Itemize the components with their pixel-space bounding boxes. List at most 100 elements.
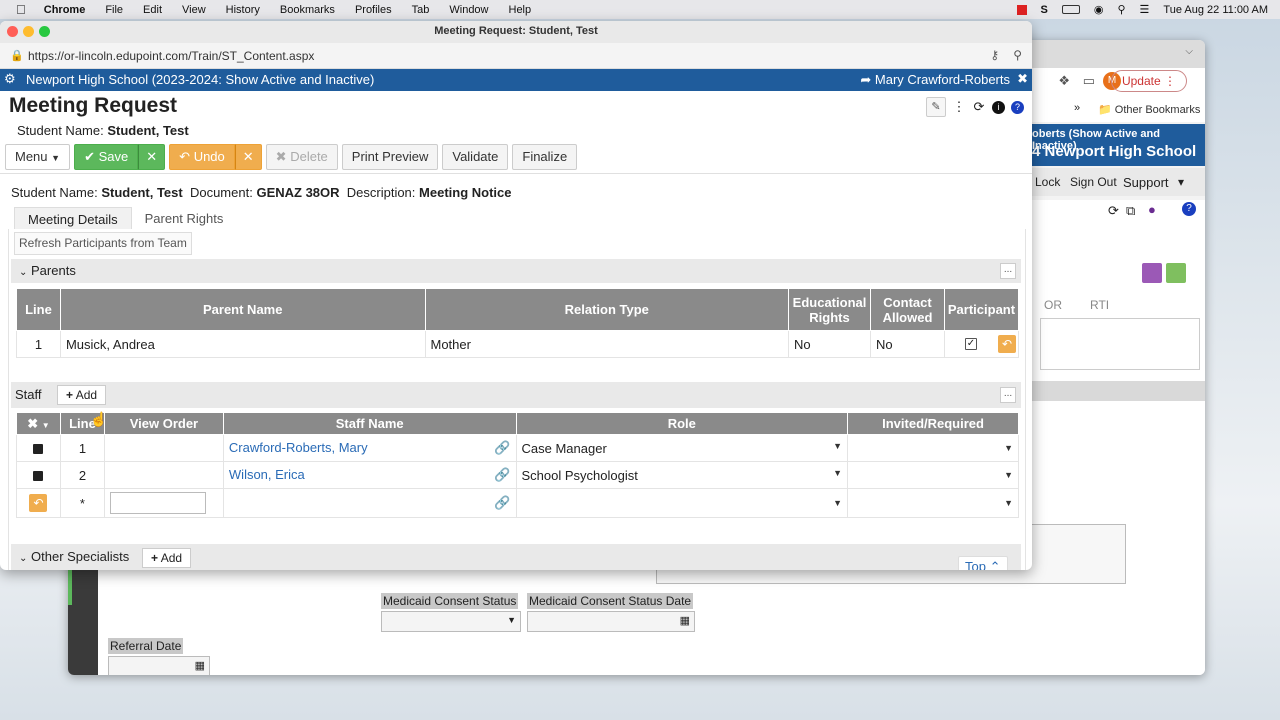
tab-meeting-details[interactable]: Meeting Details (14, 207, 132, 229)
menu-app-name[interactable]: Chrome (44, 4, 86, 16)
finalize-button[interactable]: Finalize (512, 144, 578, 170)
cell-role[interactable]: Case Manager ▼ (515, 434, 849, 462)
cell-role[interactable]: ▼ (515, 488, 849, 518)
menu-profiles[interactable]: Profiles (355, 4, 392, 16)
cell-invited-required[interactable]: ▼ (847, 461, 1019, 489)
bg-extensions-icon[interactable]: ❖ (1058, 73, 1070, 89)
lock-icon[interactable]: 🔒 (10, 49, 24, 62)
caret-down-icon[interactable]: ▼ (1004, 470, 1013, 480)
tab-parent-rights[interactable]: Parent Rights (132, 207, 237, 229)
print-preview-button[interactable]: Print Preview (341, 144, 439, 170)
bg-other-bookmarks[interactable]: 📁 Other Bookmarks (1098, 103, 1200, 116)
url-text[interactable]: https://or-lincoln.edupoint.com/Train/ST… (28, 49, 314, 63)
close-icon[interactable]: ✖ (1017, 71, 1028, 87)
gear-icon[interactable]: ⚙ (4, 71, 16, 87)
col-parent-name[interactable]: Parent Name (59, 288, 426, 331)
save-button[interactable]: ✔ Save (74, 144, 139, 170)
col-participant[interactable]: Participant (943, 288, 1020, 331)
bg-update-button[interactable]: Update ⋮ (1110, 70, 1187, 92)
school-name[interactable]: Newport High School (2023-2024: Show Act… (26, 72, 374, 87)
staff-more-button[interactable]: ... (1000, 387, 1016, 403)
menu-help[interactable]: Help (509, 4, 532, 16)
bg-chevron-down-icon[interactable]: ⌵ (1185, 46, 1193, 57)
other-specialists-section-header[interactable]: ⌄ Other Specialists + Add (11, 544, 1021, 570)
menu-window[interactable]: Window (449, 4, 488, 16)
key-icon[interactable]: ⚷ (990, 48, 999, 62)
zoom-icon[interactable]: ⚲ (1013, 48, 1022, 62)
bg-tab-or[interactable]: OR (1044, 298, 1062, 312)
close-window-button[interactable] (7, 26, 18, 37)
validate-button[interactable]: Validate (442, 144, 509, 170)
bg-walker-icon[interactable] (1166, 263, 1186, 283)
apple-icon[interactable]:  (16, 2, 26, 17)
undo-close-button[interactable]: ✕ (234, 144, 262, 170)
col-select-all[interactable]: ✖ ▼ (16, 412, 61, 435)
edit-pencil-icon[interactable]: ✎ (926, 97, 946, 117)
bg-family-icon[interactable] (1142, 263, 1162, 283)
participant-checkbox[interactable]: ✓ (964, 338, 977, 350)
bg-sign-out-link[interactable]: Sign Out (1070, 175, 1117, 189)
cell-view-order[interactable] (103, 434, 224, 462)
save-close-button[interactable]: ✕ (138, 144, 166, 170)
menu-bookmarks[interactable]: Bookmarks (280, 4, 335, 16)
new-row[interactable]: ↶ * 🔗 ▼ ▼ (16, 488, 1019, 518)
bg-referral-date-field[interactable]: ▦ (108, 656, 210, 675)
delete-button[interactable]: ✖ Delete (265, 144, 338, 170)
other-specialists-add-button[interactable]: + Add (142, 548, 192, 568)
bg-tab-rti[interactable]: RTI (1090, 298, 1109, 312)
bg-external-icon[interactable]: ⧉ (1126, 203, 1135, 219)
undo-button[interactable]: ↶ Undo (169, 144, 235, 170)
caret-down-icon[interactable]: ▼ (833, 441, 842, 451)
undo-row-icon[interactable]: ↶ (998, 335, 1016, 353)
bg-support-link[interactable]: Support (1123, 175, 1169, 190)
table-row[interactable]: 1 Musick, Andrea Mother No No ✓ ↶ (16, 330, 1020, 358)
s-app-icon[interactable]: S (1041, 4, 1048, 16)
meeting-request-window[interactable]: Meeting Request: Student, Test 🔒 https:/… (0, 21, 1032, 570)
minimize-window-button[interactable] (23, 26, 34, 37)
table-row[interactable]: 2 Wilson, Erica 🔗 School Psychologist ▼ ▼ (16, 461, 1019, 489)
info-icon[interactable]: i (992, 100, 1005, 114)
menu-view[interactable]: View (182, 4, 206, 16)
link-icon[interactable]: 🔗 (494, 467, 510, 483)
caret-down-icon[interactable]: ▼ (833, 498, 842, 508)
calendar-icon[interactable]: ▦ (195, 659, 205, 672)
bg-medicaid-status-select[interactable]: ▼ (381, 611, 521, 632)
view-order-input[interactable] (109, 492, 206, 514)
col-line[interactable]: Line (16, 288, 61, 331)
caret-down-icon[interactable]: ▼ (1004, 443, 1013, 453)
user-name[interactable]: ➦ Mary Crawford-Roberts (860, 72, 1010, 88)
record-icon[interactable] (1016, 4, 1027, 15)
refresh-icon[interactable]: ⟳ (972, 99, 986, 115)
link-icon[interactable]: 🔗 (494, 440, 510, 456)
col-view-order[interactable]: View Order (103, 412, 224, 435)
staff-name-link[interactable]: Crawford-Roberts, Mary (229, 440, 368, 455)
col-invited-required[interactable]: Invited/Required (847, 412, 1019, 435)
bg-lock-link[interactable]: Lock (1035, 175, 1060, 189)
cell-invited-required[interactable]: ▼ (847, 434, 1019, 462)
refresh-participants-button[interactable]: Refresh Participants from Team (14, 232, 192, 255)
staff-add-button[interactable]: + Add (57, 385, 107, 405)
caret-down-icon[interactable]: ▼ (1004, 498, 1013, 508)
cell-role[interactable]: School Psychologist ▼ (515, 461, 849, 489)
cell-invited-required[interactable]: ▼ (847, 488, 1019, 518)
battery-icon[interactable] (1061, 5, 1080, 14)
col-relation-type[interactable]: Relation Type (424, 288, 790, 331)
undo-row-icon[interactable]: ↶ (29, 494, 48, 512)
scroll-top-button[interactable]: Top ⌃ (958, 556, 1008, 570)
menu-button[interactable]: Menu ▼ (5, 144, 71, 170)
table-row[interactable]: 1 Crawford-Roberts, Mary 🔗 Case Manager ▼ … (16, 434, 1019, 462)
zoom-window-button[interactable] (39, 26, 50, 37)
link-icon[interactable]: 🔗 (494, 495, 510, 511)
grip-dots-icon[interactable]: ⋮ (952, 99, 966, 115)
bg-sidepanel-icon[interactable]: ▭ (1083, 73, 1095, 89)
col-staff-name[interactable]: Staff Name (222, 412, 517, 435)
calendar-icon[interactable]: ▦ (680, 614, 690, 627)
cell-staff-name[interactable]: 🔗 (222, 488, 517, 518)
caret-down-icon[interactable]: ▼ (833, 468, 842, 478)
staff-name-link[interactable]: Wilson, Erica (229, 467, 305, 482)
parents-more-button[interactable]: ... (1000, 263, 1016, 279)
bg-double-chevron-icon[interactable]: » (1074, 102, 1080, 114)
menu-file[interactable]: File (105, 4, 123, 16)
spotlight-search-icon[interactable]: ⚲ (1117, 3, 1125, 16)
bg-support-caret-icon[interactable]: ▾ (1178, 175, 1184, 189)
